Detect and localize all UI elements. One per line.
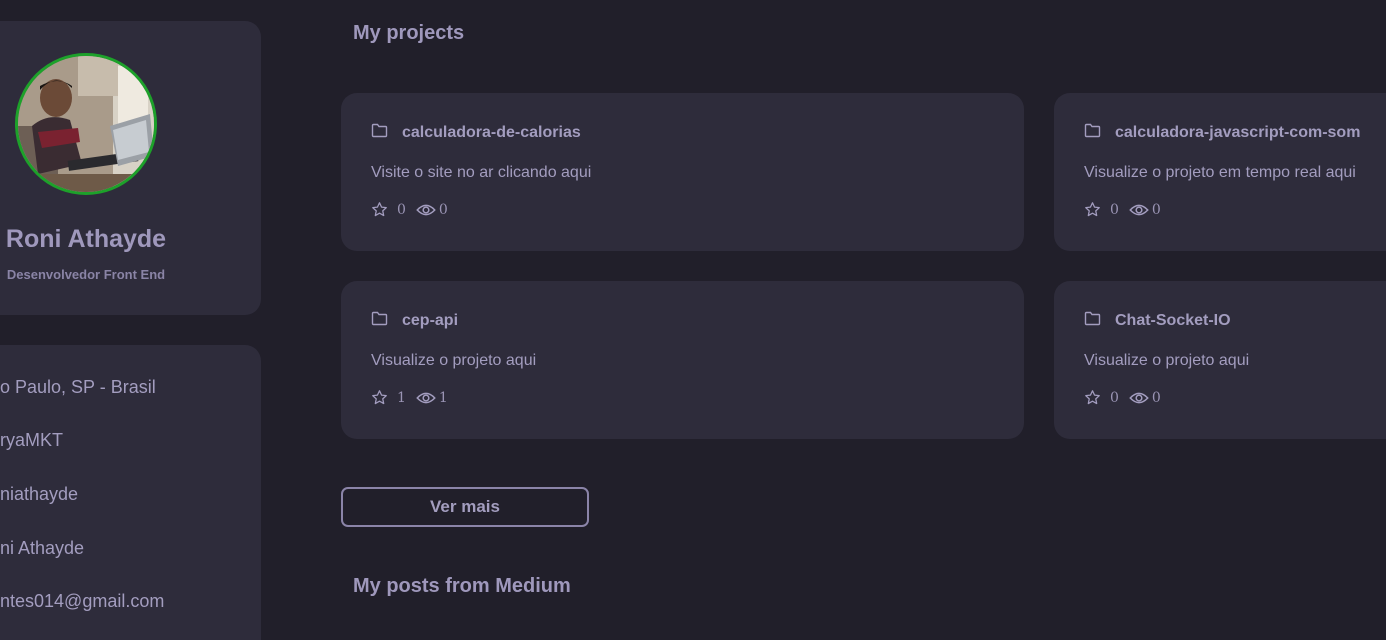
- info-location: o Paulo, SP - Brasil: [0, 377, 156, 398]
- info-linkedin[interactable]: ni Athayde: [0, 538, 84, 559]
- eye-icon: [1129, 390, 1149, 406]
- info-company-text: ryaMKT: [0, 430, 63, 450]
- project-card[interactable]: cep-api Visualize o projeto aqui 1 1: [341, 281, 1024, 439]
- posts-section-title: My posts from Medium: [353, 575, 571, 597]
- eye-icon: [416, 390, 436, 406]
- star-icon: [1084, 389, 1101, 406]
- info-linkedin-text[interactable]: ni Athayde: [0, 538, 84, 558]
- info-location-text: o Paulo, SP - Brasil: [0, 377, 156, 397]
- info-company: ryaMKT: [0, 430, 63, 451]
- project-description[interactable]: Visualize o projeto em tempo real aqui: [1084, 164, 1356, 182]
- eye-icon: [1129, 202, 1149, 218]
- project-name[interactable]: calculadora-de-calorias: [402, 124, 581, 142]
- star-icon: [1084, 201, 1101, 218]
- star-count: 0: [1110, 389, 1119, 406]
- eye-icon: [416, 202, 436, 218]
- page: Roni Athayde Desenvolvedor Front End o P…: [0, 0, 1386, 640]
- folder-icon: [1084, 311, 1101, 331]
- star-count: 0: [397, 201, 406, 218]
- project-card[interactable]: calculadora-de-calorias Visite o site no…: [341, 93, 1024, 251]
- star-count: 1: [397, 389, 406, 406]
- see-more-button[interactable]: Ver mais: [341, 487, 589, 527]
- view-count: 0: [1151, 201, 1161, 218]
- folder-icon: [371, 311, 388, 331]
- project-name[interactable]: cep-api: [402, 312, 458, 330]
- view-count: 1: [438, 389, 448, 406]
- info-github[interactable]: niathayde: [0, 484, 78, 505]
- info-email-text[interactable]: ntes014@gmail.com: [0, 591, 164, 611]
- projects-section-title: My projects: [353, 22, 465, 44]
- project-name[interactable]: calculadora-javascript-com-som: [1115, 124, 1360, 142]
- view-count: 0: [1151, 389, 1161, 406]
- folder-icon: [371, 123, 388, 143]
- star-count: 0: [1110, 201, 1119, 218]
- project-card[interactable]: calculadora-javascript-com-som Visualize…: [1054, 93, 1386, 251]
- project-name[interactable]: Chat-Socket-IO: [1115, 312, 1231, 330]
- project-description[interactable]: Visite o site no ar clicando aqui: [371, 164, 591, 182]
- profile-role: Desenvolvedor Front End: [6, 267, 166, 282]
- project-description[interactable]: Visualize o projeto aqui: [371, 352, 536, 370]
- info-card: o Paulo, SP - Brasil ryaMKT niathayde ni…: [0, 345, 261, 640]
- view-count: 0: [438, 201, 448, 218]
- profile-card: Roni Athayde Desenvolvedor Front End: [0, 21, 261, 315]
- project-description[interactable]: Visualize o projeto aqui: [1084, 352, 1249, 370]
- avatar: [15, 53, 157, 195]
- star-icon: [371, 389, 388, 406]
- project-card[interactable]: Chat-Socket-IO Visualize o projeto aqui …: [1054, 281, 1386, 439]
- star-icon: [371, 201, 388, 218]
- info-email[interactable]: ntes014@gmail.com: [0, 591, 164, 612]
- info-github-text[interactable]: niathayde: [0, 484, 78, 504]
- profile-name: Roni Athayde: [5, 225, 167, 253]
- folder-icon: [1084, 123, 1101, 143]
